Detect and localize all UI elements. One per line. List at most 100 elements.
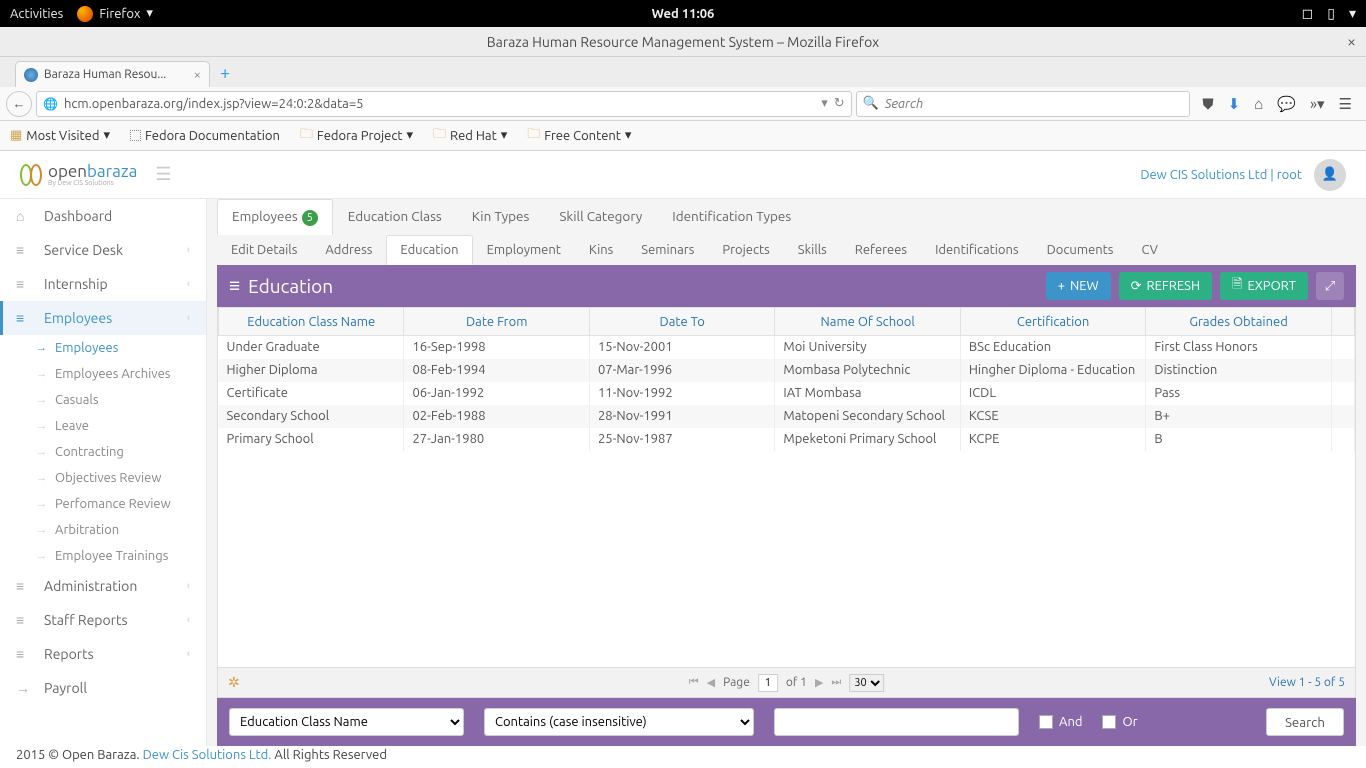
- menu-icon[interactable]: ☰: [1339, 95, 1352, 113]
- table-cell: 15-Nov-2001: [589, 336, 774, 359]
- table-row[interactable]: Certificate06-Jan-199211-Nov-1992IAT Mom…: [219, 382, 1355, 405]
- pager-prev[interactable]: ◀: [707, 676, 715, 689]
- col-date-from[interactable]: Date From: [404, 308, 589, 336]
- tab-identification-types[interactable]: Identification Types: [657, 199, 806, 235]
- bookmark-redhat[interactable]: 🗀Red Hat▾: [433, 125, 507, 147]
- search-field-select[interactable]: Education Class Name: [229, 708, 464, 736]
- expand-button[interactable]: ⤢: [1316, 272, 1344, 300]
- app-menu[interactable]: Firefox ▾: [77, 6, 153, 22]
- sidebar-sub-employees-archives[interactable]: →Employees Archives: [0, 361, 206, 387]
- bookmark-fedora-project[interactable]: 🗀Fedora Project▾: [300, 125, 413, 147]
- chat-icon[interactable]: 💬: [1277, 95, 1296, 113]
- bookmark-most-visited[interactable]: ▦Most Visited▾: [10, 128, 110, 143]
- table-row[interactable]: Secondary School02-Feb-198828-Nov-1991Ma…: [219, 405, 1355, 428]
- sidebar-item-employees[interactable]: ≡Employees‹: [0, 301, 206, 335]
- tab-projects[interactable]: Projects: [708, 235, 783, 265]
- tab-close-icon[interactable]: ×: [194, 68, 201, 82]
- sidebar-sub-leave[interactable]: →Leave: [0, 413, 206, 439]
- search-op-select[interactable]: Contains (case insensitive): [484, 708, 754, 736]
- org-link[interactable]: Dew CIS Solutions Ltd: [1140, 168, 1267, 182]
- sidebar-sub-casuals[interactable]: →Casuals: [0, 387, 206, 413]
- sidebar-sub-arbitration[interactable]: →Arbitration: [0, 517, 206, 543]
- page-size-select[interactable]: 30: [849, 674, 884, 692]
- url-bar[interactable]: 🌐 ▾ ↻: [36, 91, 852, 117]
- window-close-button[interactable]: ×: [1347, 33, 1356, 51]
- tab-seminars[interactable]: Seminars: [627, 235, 708, 265]
- tab-skill-category[interactable]: Skill Category: [544, 199, 657, 235]
- refresh-button[interactable]: ⟳REFRESH: [1119, 272, 1212, 300]
- activities-button[interactable]: Activities: [10, 7, 63, 21]
- table-empty-area: [218, 451, 1355, 668]
- tab-kin-types[interactable]: Kin Types: [457, 199, 545, 235]
- reload-icon[interactable]: ↻: [834, 96, 845, 111]
- pager-first[interactable]: ⏮: [689, 676, 699, 689]
- new-button[interactable]: +NEW: [1046, 272, 1111, 300]
- tab-employees[interactable]: Employees5: [217, 199, 333, 235]
- search-button[interactable]: Search: [1266, 708, 1344, 736]
- tab-address[interactable]: Address: [311, 235, 386, 265]
- browser-tab-strip: Baraza Human Resou... × +: [0, 57, 1366, 87]
- sidebar-toggle-icon[interactable]: ☰: [155, 164, 171, 185]
- expand-icon: ⤢: [1325, 279, 1335, 294]
- tab-kins[interactable]: Kins: [575, 235, 627, 265]
- table-row[interactable]: Primary School27-Jan-198025-Nov-1987Mpek…: [219, 428, 1355, 451]
- sidebar-item-service-desk[interactable]: ≡Service Desk‹: [0, 233, 206, 267]
- pocket-icon[interactable]: ⛊: [1202, 95, 1213, 113]
- export-button[interactable]: 🗎EXPORT: [1220, 272, 1308, 300]
- search-value-input[interactable]: [774, 708, 1019, 736]
- new-tab-button[interactable]: +: [220, 63, 230, 87]
- clock[interactable]: Wed 11:06: [652, 7, 715, 21]
- tab-cv[interactable]: CV: [1127, 235, 1171, 265]
- back-button[interactable]: ←: [6, 91, 32, 117]
- tray-square-icon[interactable]: ◻: [1302, 5, 1314, 22]
- tray-chevron-icon[interactable]: ▾: [1349, 5, 1356, 22]
- sidebar-sub-trainings[interactable]: →Employee Trainings: [0, 543, 206, 569]
- bookmark-free-content[interactable]: 🗀Free Content▾: [527, 125, 631, 147]
- sidebar-item-payroll[interactable]: →Payroll: [0, 671, 206, 705]
- table-row[interactable]: Higher Diploma08-Feb-199407-Mar-1996Momb…: [219, 359, 1355, 382]
- tab-identifications[interactable]: Identifications: [921, 235, 1033, 265]
- browser-search-bar[interactable]: 🔍: [856, 91, 1191, 117]
- sidebar-item-dashboard[interactable]: ⌂Dashboard: [0, 199, 206, 233]
- overflow-icon[interactable]: »▾: [1310, 95, 1325, 113]
- sidebar-item-administration[interactable]: ≡Administration‹: [0, 569, 206, 603]
- col-certification[interactable]: Certification: [960, 308, 1145, 336]
- sidebar-item-staff-reports[interactable]: ≡Staff Reports‹: [0, 603, 206, 637]
- downloads-icon[interactable]: ⬇: [1228, 95, 1241, 113]
- tray-battery-icon[interactable]: ▯: [1327, 5, 1335, 22]
- tab-employment[interactable]: Employment: [473, 235, 575, 265]
- home-icon[interactable]: ⌂: [1254, 95, 1263, 113]
- table-row[interactable]: Under Graduate16-Sep-199815-Nov-2001Moi …: [219, 336, 1355, 359]
- sidebar-sub-employees[interactable]: →Employees: [0, 335, 206, 361]
- and-checkbox-group[interactable]: And: [1039, 715, 1082, 729]
- globe-icon: 🌐: [43, 97, 58, 111]
- or-checkbox-group[interactable]: Or: [1102, 715, 1137, 729]
- tab-skills[interactable]: Skills: [784, 235, 841, 265]
- tab-education-class[interactable]: Education Class: [333, 199, 457, 235]
- url-input[interactable]: [64, 97, 815, 111]
- sidebar-sub-objectives[interactable]: →Objectives Review: [0, 465, 206, 491]
- sidebar-item-internship[interactable]: ≡Internship‹: [0, 267, 206, 301]
- avatar[interactable]: 👤: [1314, 159, 1346, 191]
- dropdown-icon[interactable]: ▾: [821, 96, 828, 111]
- search-input[interactable]: [885, 97, 1183, 111]
- pager-last[interactable]: ⏭: [831, 676, 841, 689]
- bookmark-fedora-doc[interactable]: Fedora Documentation: [130, 129, 280, 143]
- browser-tab[interactable]: Baraza Human Resou... ×: [15, 61, 210, 87]
- tab-referees[interactable]: Referees: [841, 235, 921, 265]
- sidebar-item-reports[interactable]: ≡Reports‹: [0, 637, 206, 671]
- col-date-to[interactable]: Date To: [589, 308, 774, 336]
- col-school[interactable]: Name Of School: [775, 308, 960, 336]
- footer-link[interactable]: Dew Cis Solutions Ltd.: [143, 748, 272, 762]
- app-logo[interactable]: openbaraza By Dew CIS Solutions: [20, 162, 137, 187]
- tab-education[interactable]: Education: [386, 235, 472, 265]
- user-link[interactable]: root: [1277, 168, 1302, 182]
- sidebar-sub-contracting[interactable]: →Contracting: [0, 439, 206, 465]
- col-education-class[interactable]: Education Class Name: [219, 308, 404, 336]
- sidebar-sub-performance[interactable]: →Perfomance Review: [0, 491, 206, 517]
- page-input[interactable]: [758, 674, 778, 692]
- tab-edit-details[interactable]: Edit Details: [217, 235, 311, 265]
- tab-documents[interactable]: Documents: [1033, 235, 1128, 265]
- pager-next[interactable]: ▶: [815, 676, 823, 689]
- col-grades[interactable]: Grades Obtained: [1146, 308, 1331, 336]
